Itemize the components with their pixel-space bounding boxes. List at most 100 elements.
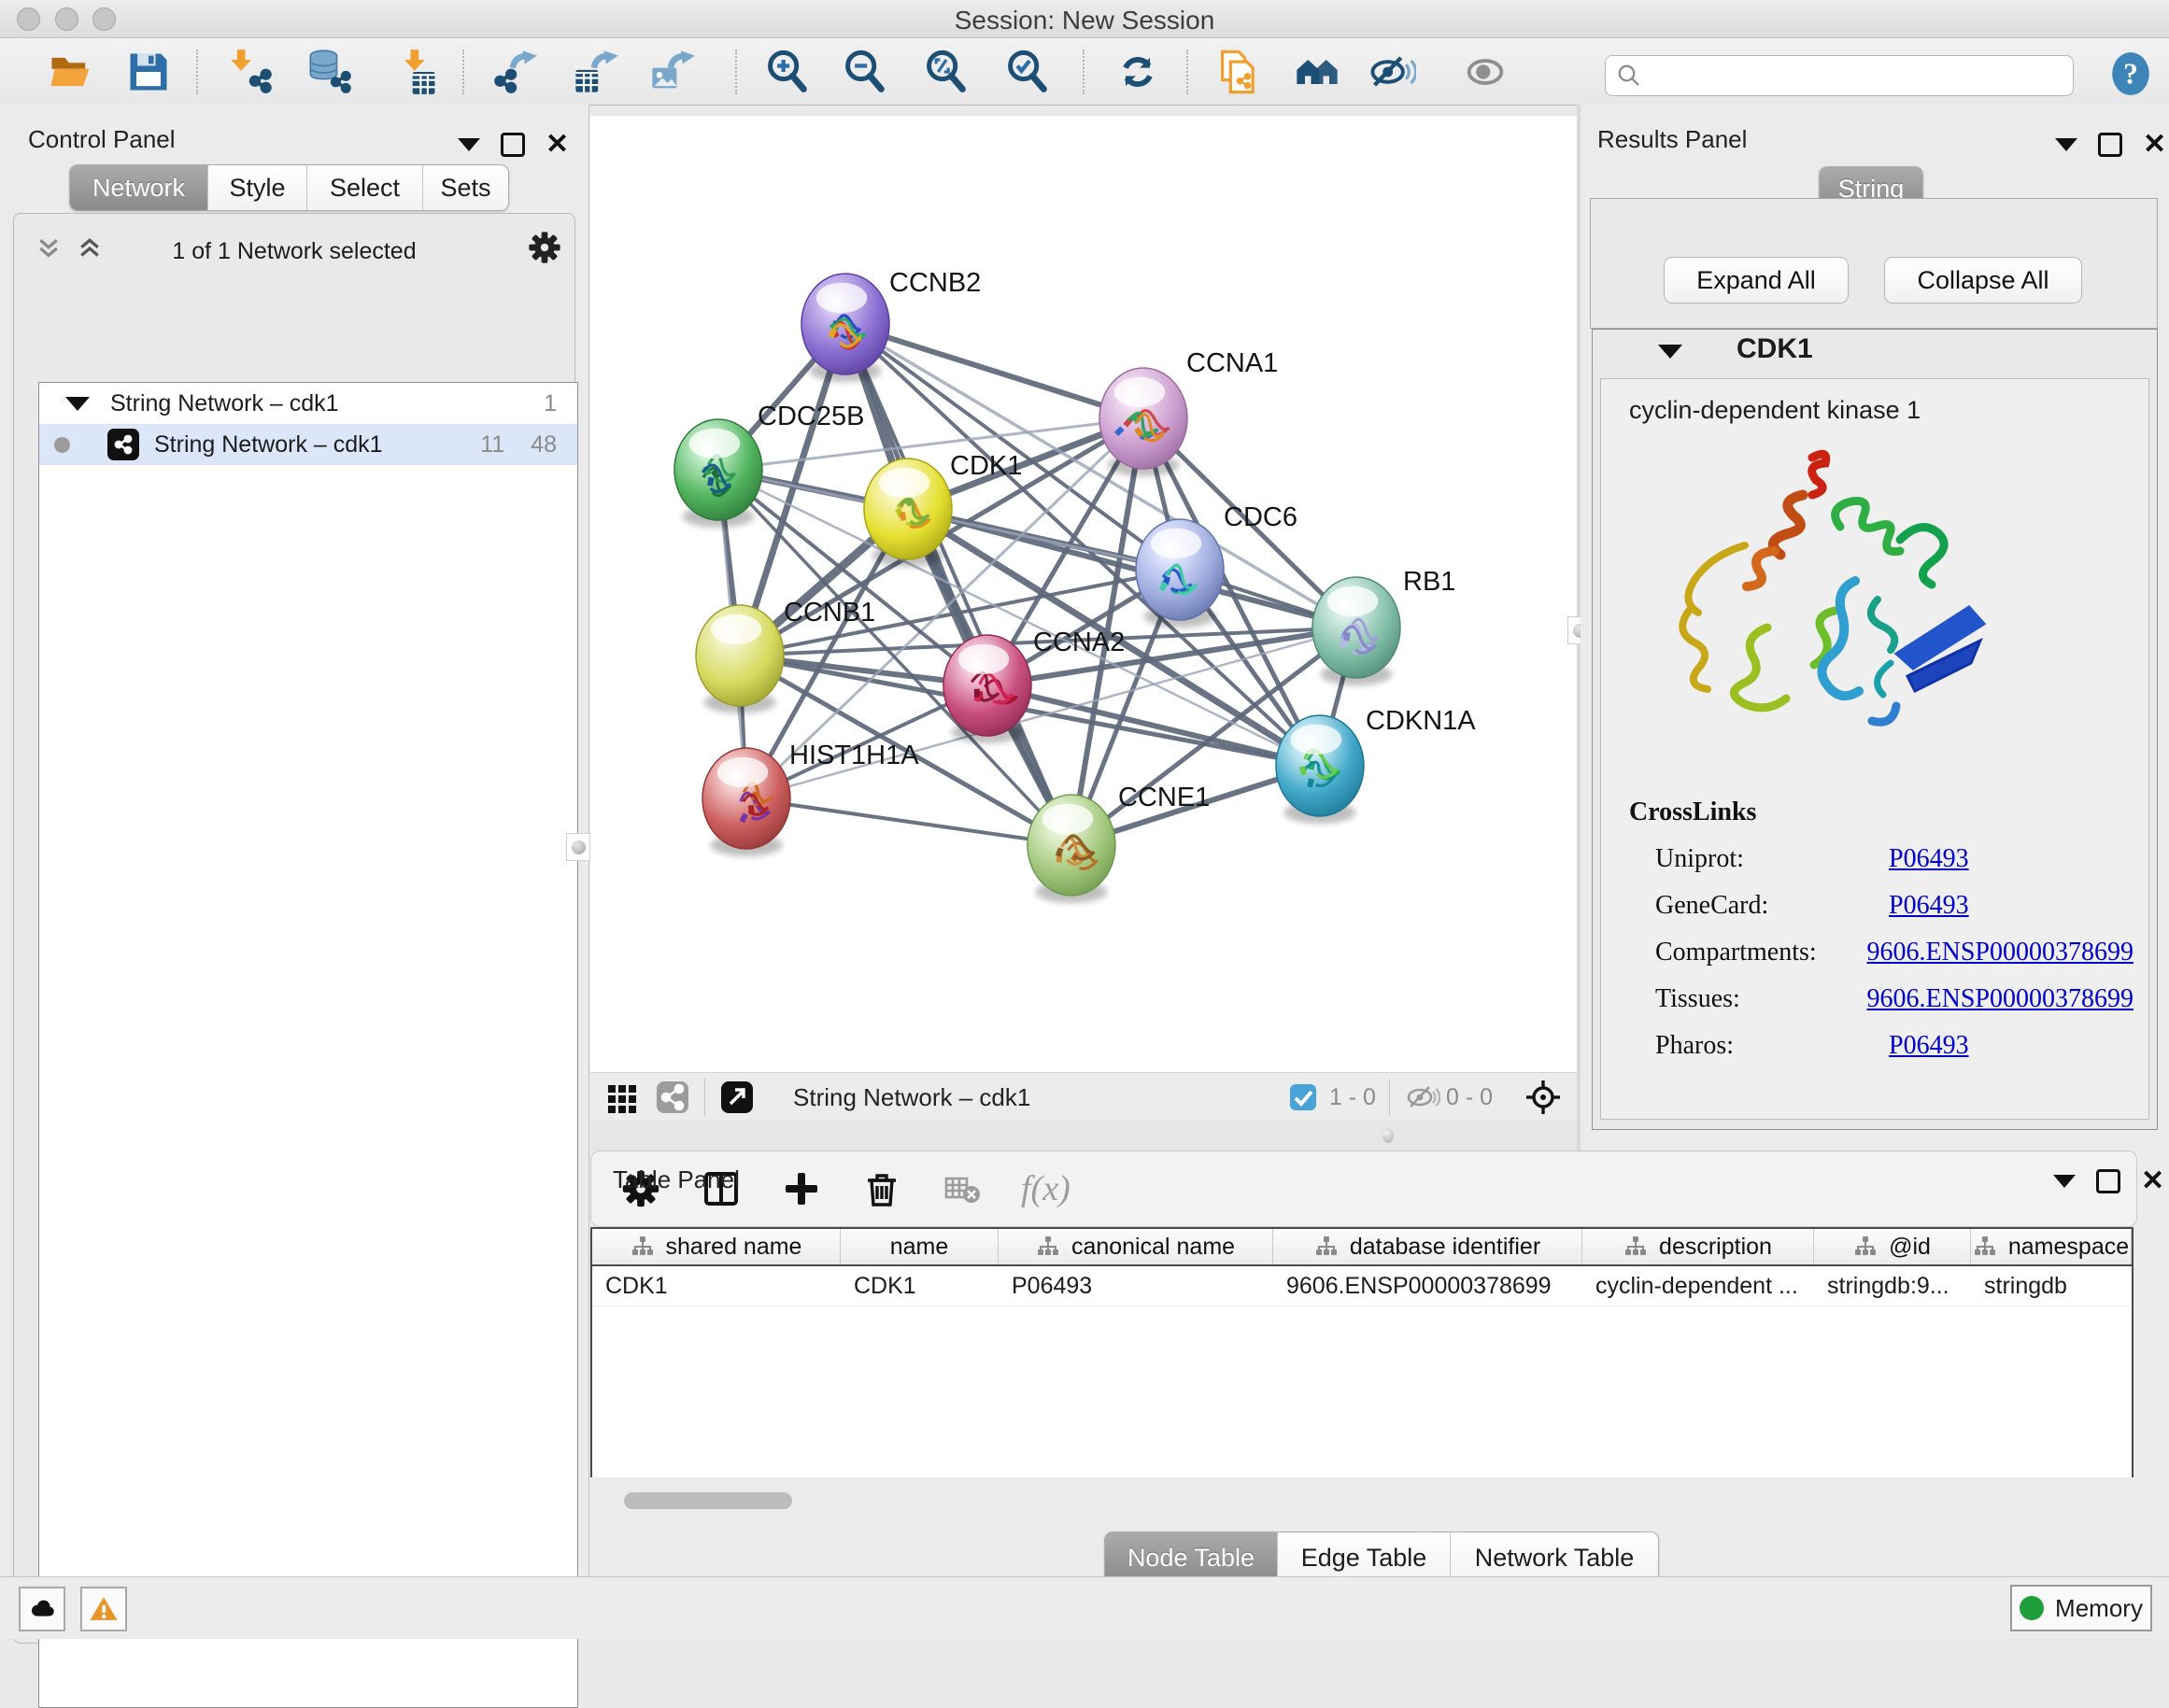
import-network-database-button[interactable]: [306, 48, 355, 96]
crosslink-link[interactable]: 9606.ENSP00000378699: [1867, 984, 2134, 1014]
results-panel: Results Panel ✕ String Expand All Collap…: [1581, 105, 2169, 1150]
column-header-database-identifier[interactable]: database identifier: [1273, 1229, 1582, 1264]
column-label: namespace: [2008, 1234, 2129, 1261]
network-node-CDKN1A[interactable]: CDKN1A: [1276, 706, 1476, 824]
splitter-handle-dot[interactable]: [1382, 1128, 1394, 1143]
network-tab-content: 1 of 1 Network selected String Network –…: [13, 213, 575, 1644]
table-horizontal-scrollbar[interactable]: [624, 1492, 792, 1509]
export-network-button[interactable]: [490, 48, 539, 96]
table-header-row: shared namename canonical name database id…: [592, 1229, 2132, 1266]
gene-disclosure-icon[interactable]: [1658, 345, 1682, 359]
export-image-button[interactable]: [648, 48, 697, 96]
close-panel-icon[interactable]: ✕: [2141, 1167, 2164, 1195]
hidden-eye-slash-icon: [1403, 1079, 1440, 1116]
crosslink-label: Tissues:: [1629, 984, 1867, 1014]
import-network-file-button[interactable]: [227, 48, 276, 96]
zoom-out-button[interactable]: [841, 48, 889, 96]
collection-disclosure-icon[interactable]: [65, 397, 90, 411]
tab-network-table[interactable]: Network Table: [1451, 1532, 1658, 1583]
collapse-all-button[interactable]: Collapse All: [1884, 257, 2082, 303]
column-header--id[interactable]: @id: [1814, 1229, 1971, 1264]
crosslink-link[interactable]: 9606.ENSP00000378699: [1867, 938, 2134, 967]
tab-network[interactable]: Network: [70, 165, 208, 210]
grid-view-icon[interactable]: [603, 1079, 641, 1116]
warnings-button[interactable]: [80, 1587, 127, 1631]
float-panel-icon[interactable]: [2096, 1169, 2120, 1193]
cell-namespace[interactable]: stringdb: [1971, 1266, 2132, 1306]
show-all-button[interactable]: [1461, 48, 1510, 96]
network-row[interactable]: String Network – cdk1 11 48: [39, 424, 577, 465]
close-panel-icon[interactable]: ✕: [546, 131, 569, 159]
network-options-gear-icon[interactable]: [526, 229, 563, 266]
cloud-button[interactable]: [19, 1587, 65, 1631]
cell--id[interactable]: stringdb:9...: [1814, 1266, 1971, 1306]
cell-name[interactable]: CDK1: [841, 1266, 999, 1306]
crosslink-link[interactable]: P06493: [1889, 1031, 1969, 1061]
new-network-from-selection-button[interactable]: [1214, 48, 1263, 96]
network-node-CCNA1[interactable]: CCNA1: [1099, 348, 1278, 476]
shared-column-icon: [1973, 1235, 1997, 1259]
cloud-icon: [26, 1593, 58, 1625]
network-node-RB1[interactable]: RB1: [1312, 567, 1455, 685]
horizontal-splitter[interactable]: [590, 1121, 1581, 1150]
network-collection-row[interactable]: String Network – cdk1 1: [39, 383, 577, 424]
column-label: canonical name: [1071, 1234, 1235, 1261]
open-session-button[interactable]: [47, 48, 95, 96]
network-node-CCNB1[interactable]: CCNB1: [696, 598, 875, 713]
zoom-selected-button[interactable]: [1003, 48, 1052, 96]
hide-selected-button[interactable]: [1368, 48, 1416, 96]
hidden-count: 0 - 0: [1446, 1084, 1493, 1111]
cell-canonical-name[interactable]: P06493: [999, 1266, 1273, 1306]
zoom-in-button[interactable]: [763, 48, 812, 96]
network-status-dot: [54, 437, 70, 453]
cell-description[interactable]: cyclin-dependent ...: [1582, 1266, 1814, 1306]
cell-shared-name[interactable]: CDK1: [592, 1266, 841, 1306]
export-table-button[interactable]: [572, 48, 620, 96]
help-button[interactable]: ?: [2107, 50, 2154, 97]
search-input[interactable]: [1643, 58, 2073, 93]
tab-sets[interactable]: Sets: [423, 165, 508, 210]
float-panel-icon[interactable]: [2098, 133, 2122, 157]
panel-menu-icon[interactable]: [2053, 1175, 2076, 1188]
column-header-namespace[interactable]: namespace: [1971, 1229, 2132, 1264]
node-label-CDK1: CDK1: [950, 451, 1022, 481]
detach-view-icon[interactable]: [718, 1079, 756, 1116]
refresh-button[interactable]: [1113, 48, 1162, 96]
panel-menu-icon[interactable]: [2055, 138, 2077, 151]
tab-style[interactable]: Style: [208, 165, 307, 210]
panel-menu-icon[interactable]: [458, 138, 480, 151]
first-neighbors-button[interactable]: [1293, 48, 1341, 96]
save-session-button[interactable]: [124, 48, 173, 96]
add-column-icon[interactable]: [780, 1167, 823, 1210]
network-canvas[interactable]: CCNB2CCNA1CDC25BCDK1CDC6RB1CCNB1CCNA2CDK…: [590, 116, 1577, 1072]
selected-checkbox-icon[interactable]: [1284, 1079, 1322, 1116]
column-header-shared-name[interactable]: shared name: [592, 1229, 841, 1264]
cell-database-identifier[interactable]: 9606.ENSP00000378699: [1273, 1266, 1582, 1306]
tab-node-table[interactable]: Node Table: [1105, 1532, 1278, 1583]
crosslink-row: GeneCard:P06493: [1629, 891, 2134, 921]
network-node-CDC6[interactable]: CDC6: [1136, 502, 1297, 628]
import-table-button[interactable]: [392, 48, 441, 96]
node-label-CCNB1: CCNB1: [784, 598, 875, 628]
table-row[interactable]: CDK1CDK1P064939606.ENSP00000378699cyclin…: [592, 1266, 2132, 1306]
left-splitter-handle[interactable]: [566, 833, 590, 861]
search-field[interactable]: [1605, 55, 2074, 96]
network-type-icon: [107, 429, 139, 460]
close-panel-icon[interactable]: ✕: [2143, 131, 2166, 159]
crosslink-link[interactable]: P06493: [1889, 891, 1969, 921]
column-header-description[interactable]: description: [1582, 1229, 1814, 1264]
memory-button[interactable]: Memory: [2010, 1585, 2152, 1631]
network-node-HIST1H1A[interactable]: HIST1H1A: [702, 741, 919, 856]
float-panel-icon[interactable]: [501, 133, 525, 157]
tab-edge-table[interactable]: Edge Table: [1278, 1532, 1451, 1583]
zoom-fit-button[interactable]: [922, 48, 971, 96]
birds-eye-view-icon[interactable]: [1524, 1079, 1562, 1116]
crosslink-link[interactable]: P06493: [1889, 844, 1969, 874]
network-node-CCNE1[interactable]: CCNE1: [1028, 783, 1210, 903]
column-header-name[interactable]: name: [841, 1229, 999, 1264]
tab-select[interactable]: Select: [307, 165, 423, 210]
delete-column-trash-icon[interactable]: [860, 1167, 903, 1210]
expand-all-button[interactable]: Expand All: [1664, 257, 1849, 303]
column-header-canonical-name[interactable]: canonical name: [999, 1229, 1273, 1264]
network-share-icon[interactable]: [654, 1079, 691, 1116]
